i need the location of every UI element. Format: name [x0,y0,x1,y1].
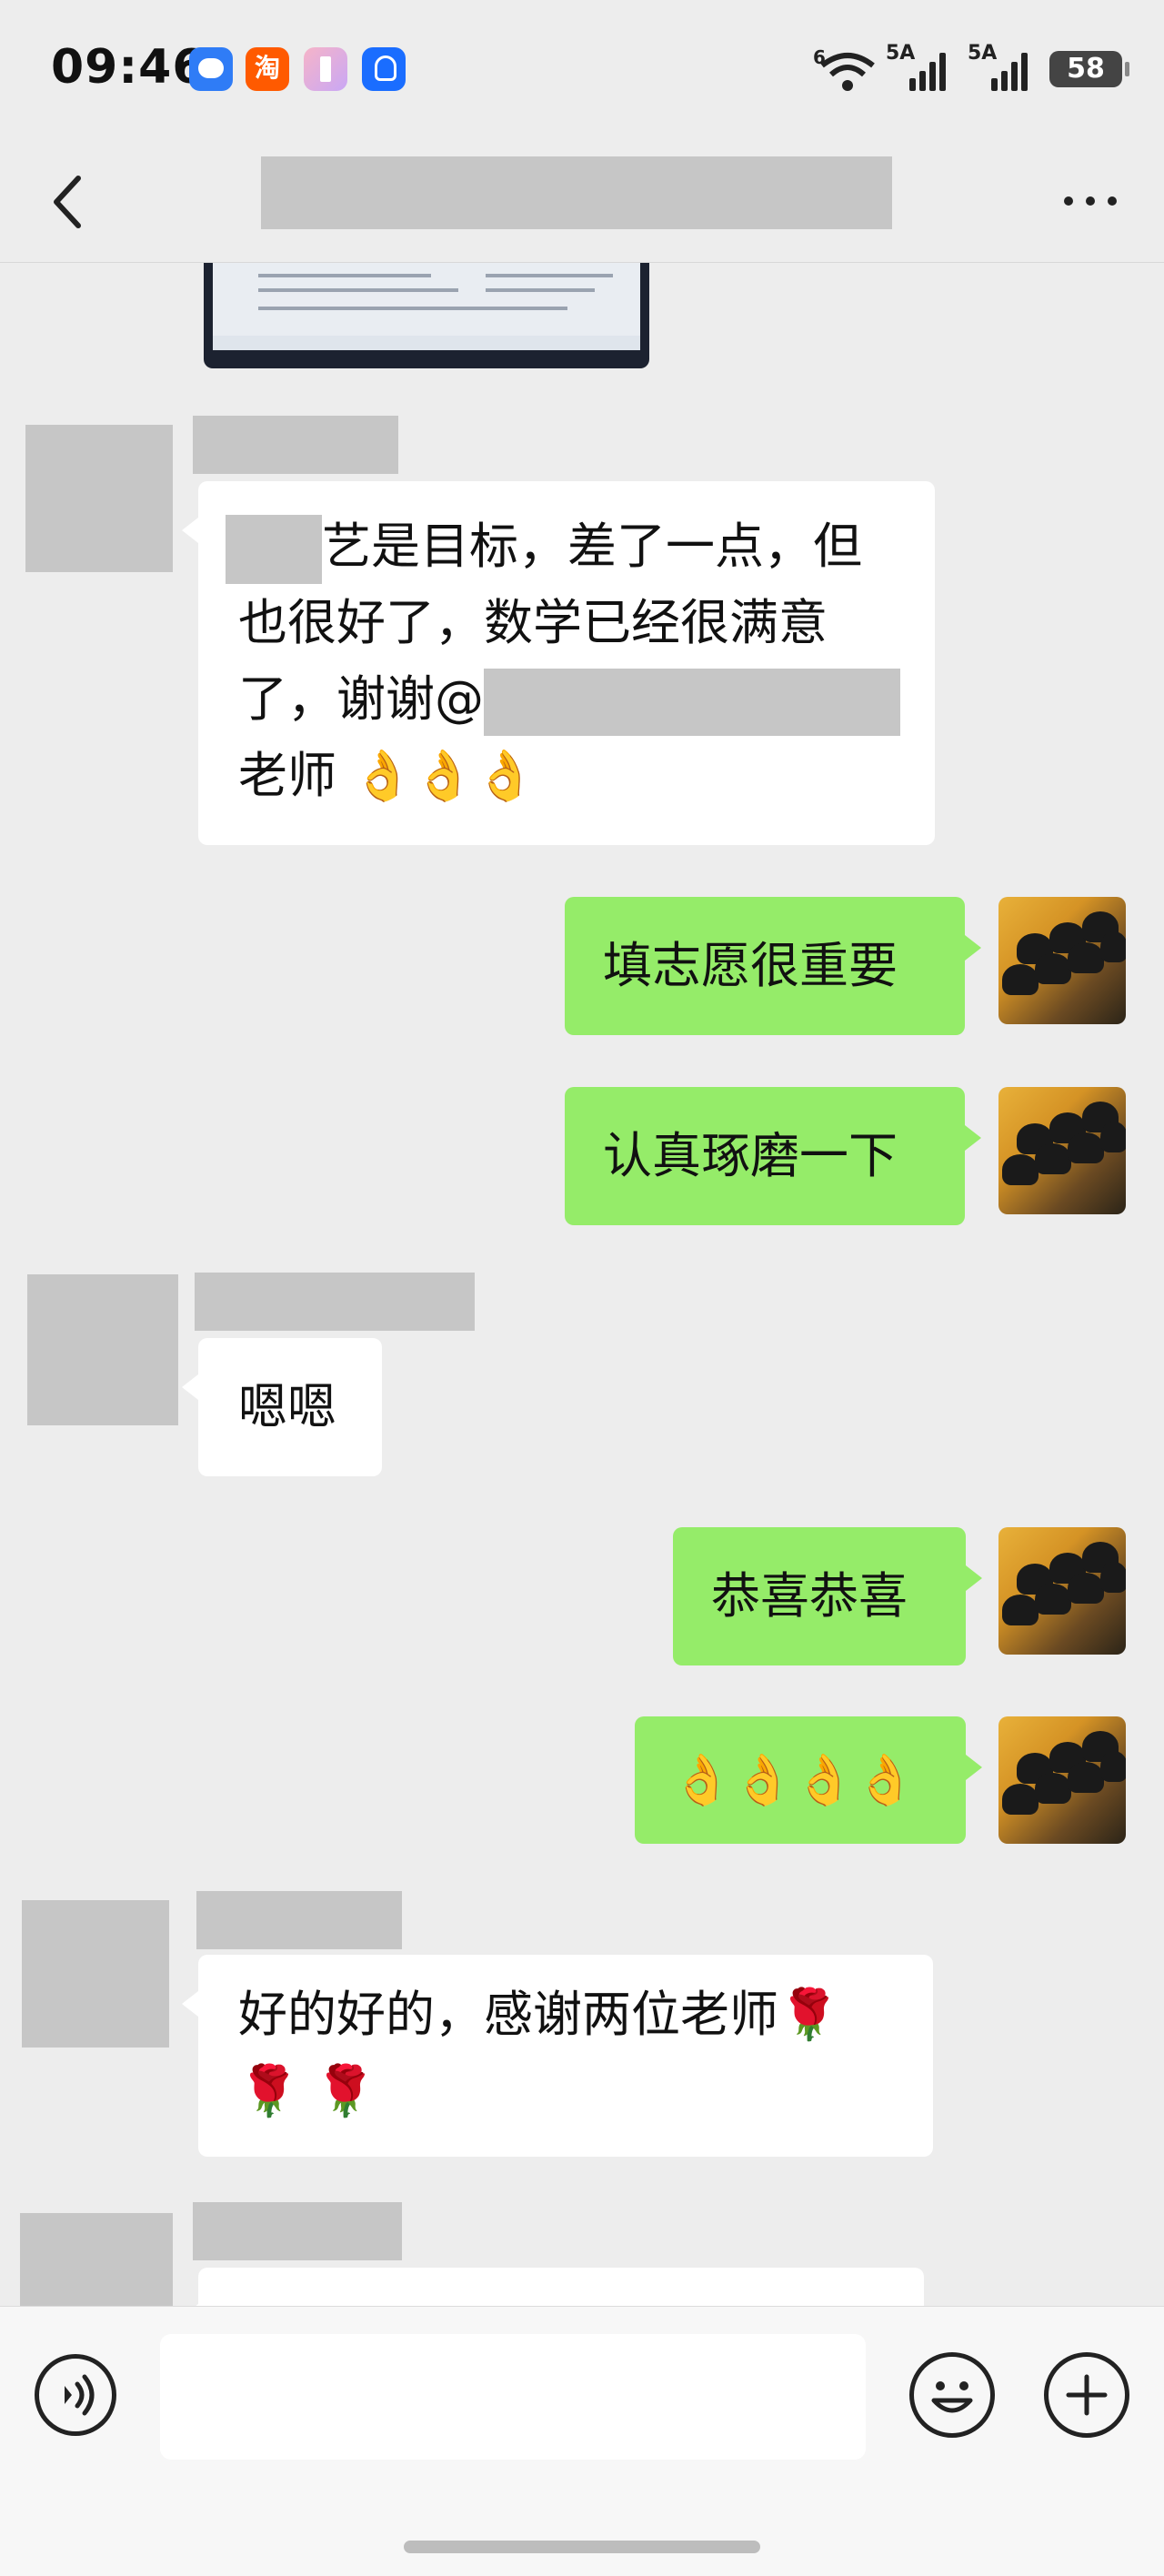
chat-title-redacted [261,156,892,229]
message-list[interactable]: 艺是目标，差了一点，但 也很好了，数学已经很满意 了，谢谢@ 老师 👌👌👌 填志… [0,263,1164,2306]
lightbulb-icon [362,47,406,91]
wifi-icon: 6 [813,46,875,91]
plus-icon [1066,2374,1108,2416]
message-icon [189,47,233,91]
message-bubble-incoming[interactable] [182,2268,924,2306]
laptop-taskbar [213,336,640,350]
message-bubble-incoming[interactable]: 嗯嗯 [182,1338,382,1476]
message-bubble-outgoing[interactable]: 👌👌👌👌 [635,1716,982,1844]
smiley-icon [931,2381,973,2413]
chevron-left-icon [54,176,81,228]
message-bubble-outgoing[interactable]: 认真琢磨一下 [565,1087,981,1225]
more-actions-button[interactable] [1044,2352,1129,2438]
signal-label-2: 5A [968,42,998,65]
self-avatar[interactable] [998,1527,1126,1655]
self-avatar[interactable] [998,1087,1126,1214]
status-bar: 09:46 淘 6 5A 5A 58 [0,0,1164,146]
sender-name-redacted [193,416,398,474]
back-button[interactable] [36,164,109,240]
message-bubble-incoming[interactable]: 好的好的，感谢两位老师🌹 🌹 🌹 [182,1955,933,2157]
voice-icon [65,2374,95,2416]
redacted-text [226,515,322,585]
message-bubble-incoming[interactable]: 艺是目标，差了一点，但 也很好了，数学已经很满意 了，谢谢@ 老师 👌👌👌 [182,481,935,845]
shared-image-message[interactable] [204,263,649,368]
voice-input-button[interactable] [35,2354,116,2436]
chat-screen: 09:46 淘 6 5A 5A 58 艺是目标，差了一点，但 也很好了，数学已经… [0,0,1164,2576]
sender-name-redacted [193,2202,402,2260]
sender-avatar-redacted[interactable] [25,425,173,572]
message-text: 好的好的，感谢两位老师🌹 🌹 🌹 [238,1986,840,2119]
sender-name-redacted [196,1891,402,1949]
self-avatar[interactable] [998,1716,1126,1844]
self-avatar[interactable] [998,897,1126,1024]
status-time: 09:46 [51,40,206,95]
sender-avatar-redacted[interactable] [27,1274,178,1425]
message-text-part-2: 老师 👌👌👌 [238,747,536,804]
input-bar [0,2306,1164,2576]
taobao-icon: 淘 [246,47,289,91]
sender-name-redacted [195,1273,475,1331]
message-text: 嗯嗯 [238,1378,336,1435]
message-text: 艺是目标，差了一点，但 也很好了，数学已经很满意 了，谢谢@ 老师 👌👌👌 [226,508,900,814]
laptop-screen-photo [213,263,640,345]
signal-strength-icon-1: 5A [886,42,958,93]
home-indicator[interactable] [404,2541,760,2553]
signal-label-1: 5A [886,42,916,65]
sender-avatar-redacted[interactable] [22,1900,169,2048]
more-button[interactable] [1055,175,1128,226]
message-text: 👌👌👌👌 [671,1751,916,1808]
emoji-button[interactable] [909,2352,995,2438]
signal-strength-icon-2: 5A [968,42,1040,93]
books-icon [304,47,347,91]
chat-header [0,146,1164,263]
message-bubble-outgoing[interactable]: 填志愿很重要 [565,897,981,1035]
message-text: 恭喜恭喜 [711,1567,908,1625]
sender-avatar-redacted[interactable] [20,2213,173,2306]
message-input[interactable] [160,2334,866,2460]
battery-icon: 58 [1049,51,1129,87]
message-text: 认真琢磨一下 [603,1127,898,1184]
message-text: 填志愿很重要 [603,937,898,994]
message-bubble-outgoing[interactable]: 恭喜恭喜 [673,1527,982,1665]
mention-redacted [484,669,900,737]
